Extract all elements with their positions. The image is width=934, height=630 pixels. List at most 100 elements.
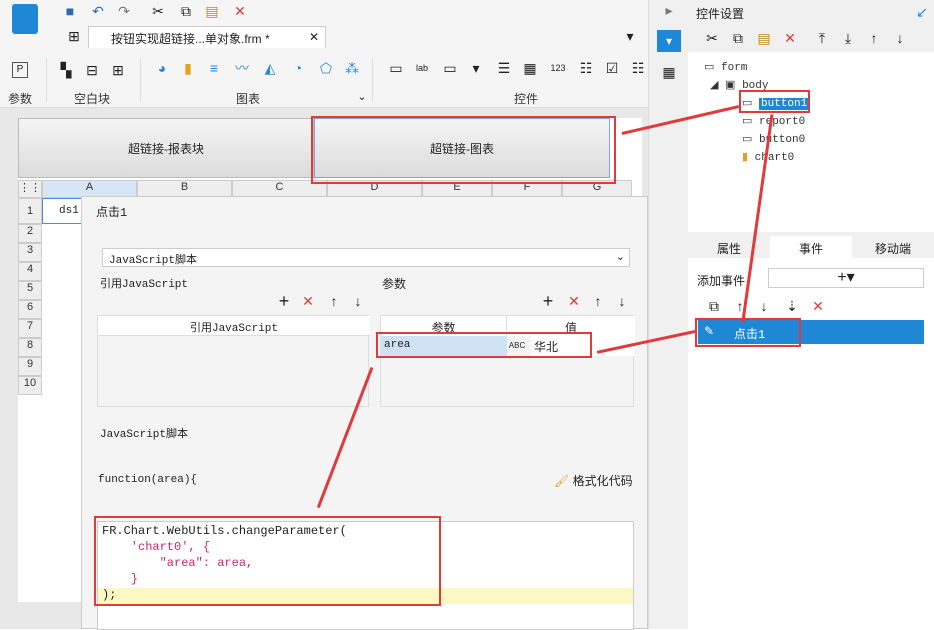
- copy-icon[interactable]: ⧉: [730, 30, 746, 46]
- bottom-icon[interactable]: ⤓: [840, 30, 856, 46]
- tab-properties[interactable]: 属性: [688, 236, 770, 258]
- sort-icon[interactable]: ⇣: [784, 298, 800, 314]
- pie-chart-icon[interactable]: ◕: [154, 60, 170, 76]
- radio-icon[interactable]: ☷: [630, 60, 646, 76]
- add-icon[interactable]: +: [540, 292, 556, 310]
- textbox-icon[interactable]: ▭: [388, 60, 404, 76]
- panel-title: 控件设置: [696, 7, 745, 21]
- bar-chart-icon[interactable]: ▮: [180, 60, 196, 76]
- cell-a1[interactable]: ds1.: [42, 198, 85, 224]
- paste-icon[interactable]: ▤: [204, 3, 220, 19]
- format-code-button[interactable]: 🖌 格式化代码: [554, 472, 633, 489]
- delete-icon[interactable]: ✕: [810, 298, 826, 314]
- row-header-10[interactable]: 10: [18, 376, 42, 395]
- gauge-icon[interactable]: ◔: [290, 60, 306, 76]
- row-header-3[interactable]: 3: [18, 243, 42, 262]
- tree-item-form[interactable]: ▭ form: [704, 60, 747, 74]
- grid-icon[interactable]: ⊞: [66, 28, 82, 44]
- down-icon[interactable]: ↓: [892, 30, 908, 46]
- radar-icon[interactable]: ⬠: [318, 60, 334, 76]
- chevron-down-icon[interactable]: ⌄: [354, 89, 370, 105]
- up-icon[interactable]: ↑: [866, 30, 882, 46]
- dropdown-icon[interactable]: ▾: [622, 28, 638, 44]
- app-logo-icon[interactable]: [12, 4, 38, 34]
- textarea-icon[interactable]: ☷: [578, 60, 594, 76]
- label-icon[interactable]: lab: [414, 60, 430, 76]
- divider: [46, 58, 47, 102]
- row-header-9[interactable]: 9: [18, 357, 42, 376]
- combo-icon[interactable]: ▾: [468, 60, 484, 76]
- collapse-icon[interactable]: ▸: [661, 2, 677, 18]
- row-label: 8: [26, 339, 34, 351]
- block-icon-3[interactable]: ⊞: [110, 62, 126, 78]
- button-widget-icon[interactable]: ▭: [442, 60, 458, 76]
- param-icon[interactable]: P: [12, 62, 28, 78]
- row-header-1[interactable]: 1: [18, 198, 42, 224]
- widget-panel-button[interactable]: ▾: [657, 30, 681, 52]
- paste-icon[interactable]: ▤: [756, 30, 772, 46]
- add-icon[interactable]: +: [276, 292, 292, 310]
- hyperlink-report-button[interactable]: 超链接-报表块: [18, 118, 314, 178]
- function-signature: function(area){: [98, 474, 198, 486]
- tab-events[interactable]: 事件: [770, 236, 852, 258]
- row-label: 7: [26, 320, 34, 332]
- row-header-7[interactable]: 7: [18, 319, 42, 338]
- move-down-icon[interactable]: ↓: [614, 293, 630, 309]
- undo-icon[interactable]: ↶: [90, 3, 106, 19]
- tab-title: 按钮实现超链接...单对象.frm *: [111, 32, 270, 46]
- move-down-icon[interactable]: ↓: [350, 293, 366, 309]
- tree-item-report0[interactable]: ▭ report0: [742, 114, 805, 128]
- save-icon[interactable]: ■: [62, 3, 78, 19]
- cut-icon[interactable]: ✂: [150, 3, 166, 19]
- close-icon[interactable]: ✕: [309, 30, 319, 44]
- remove-icon[interactable]: ✕: [566, 293, 582, 309]
- script-type-select[interactable]: JavaScript脚本 ⌄: [102, 248, 630, 267]
- highlight-chart-button: [311, 116, 616, 184]
- col-label: 引用JavaScript: [189, 323, 278, 335]
- date-icon[interactable]: ▦: [522, 60, 538, 76]
- row-header-6[interactable]: 6: [18, 300, 42, 319]
- copy-icon[interactable]: ⧉: [706, 298, 722, 314]
- cut-icon[interactable]: ✂: [704, 30, 720, 46]
- row-header-2[interactable]: 2: [18, 224, 42, 243]
- layout-icon[interactable]: ▦: [661, 64, 677, 80]
- block-icon-2[interactable]: ⊟: [84, 62, 100, 78]
- tree-item-button0[interactable]: ▭ button0: [742, 132, 805, 146]
- row-header-5[interactable]: 5: [18, 281, 42, 300]
- redo-icon[interactable]: ↷: [116, 3, 132, 19]
- add-event-button[interactable]: +▾: [768, 268, 924, 288]
- ref-js-table: 引用JavaScript: [97, 315, 370, 407]
- select-value: JavaScript脚本: [109, 255, 198, 267]
- remove-icon[interactable]: ✕: [300, 293, 316, 309]
- hbar-chart-icon[interactable]: ≡: [206, 60, 222, 76]
- delete-icon[interactable]: ✕: [782, 30, 798, 46]
- row-header-4[interactable]: 4: [18, 262, 42, 281]
- shrink-icon[interactable]: ↙: [914, 4, 930, 20]
- checkbox-icon[interactable]: ☑: [604, 60, 620, 76]
- row-label: 5: [26, 282, 34, 294]
- down-icon[interactable]: ↓: [756, 298, 772, 314]
- move-up-icon[interactable]: ↑: [326, 293, 342, 309]
- area-chart-icon[interactable]: ◭: [262, 60, 278, 76]
- top-icon[interactable]: ⤒: [814, 30, 830, 46]
- scatter-icon[interactable]: ⁂: [344, 60, 360, 76]
- row-header-8[interactable]: 8: [18, 338, 42, 357]
- side-strip: ▸ ▾ ▦: [648, 0, 688, 629]
- number-icon[interactable]: 123: [550, 60, 566, 76]
- add-event-label: 添加事件: [697, 274, 746, 288]
- row-label: 9: [26, 358, 34, 370]
- list-icon[interactable]: ☰: [496, 60, 512, 76]
- tab-mobile[interactable]: 移动端: [852, 236, 934, 258]
- block-icon[interactable]: ▚: [58, 62, 74, 78]
- tree-area: ▭ form ◢ ▣ body ▭ button1 ▭ report0 ▭ bu…: [688, 52, 934, 232]
- col-label: B: [180, 181, 189, 193]
- copy-icon[interactable]: ⧉: [178, 3, 194, 19]
- line-chart-icon[interactable]: 〰: [234, 60, 250, 76]
- events-area: 添加事件 +▾ ⧉ ↑ ↓ ⇣ ✕ ✎ 点击1: [688, 258, 934, 629]
- button-label: 超链接-报表块: [128, 141, 204, 156]
- tab-frm[interactable]: 按钮实现超链接...单对象.frm * ✕: [88, 26, 326, 48]
- delete-icon[interactable]: ✕: [232, 3, 248, 19]
- move-up-icon[interactable]: ↑: [590, 293, 606, 309]
- highlight-param: [376, 332, 592, 358]
- widget-settings-panel: 控件设置 ↙ ✂ ⧉ ▤ ✕ ⤒ ⤓ ↑ ↓ ▭ form ◢ ▣ body ▭…: [688, 0, 934, 629]
